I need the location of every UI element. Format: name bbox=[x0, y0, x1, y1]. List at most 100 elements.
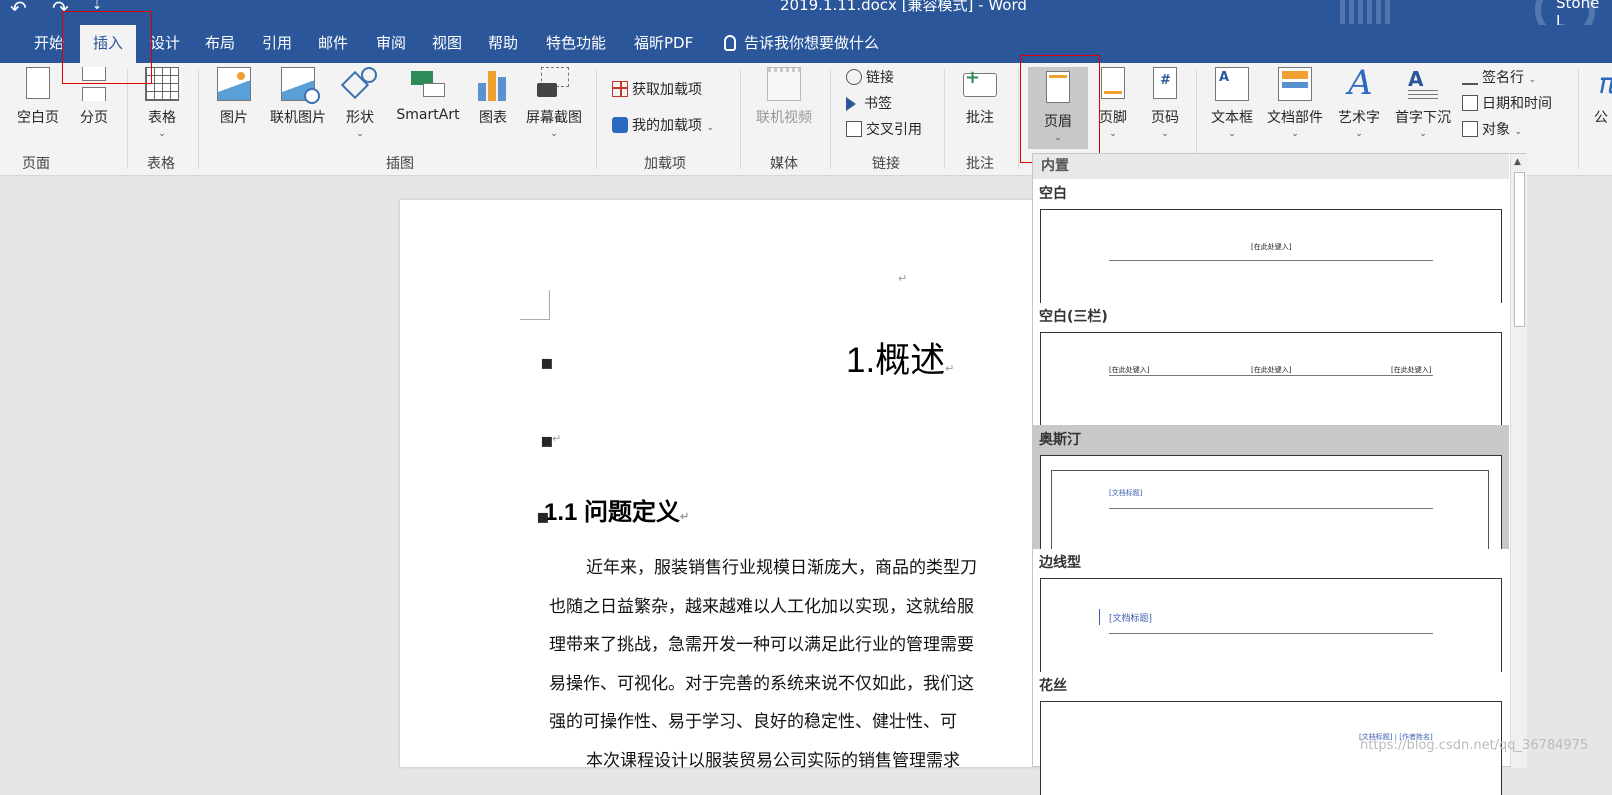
group-label-tables: 表格 bbox=[147, 156, 175, 172]
tab-review[interactable]: 审阅 bbox=[372, 25, 410, 63]
date-time-label: 日期和时间 bbox=[1482, 96, 1552, 112]
tab-features[interactable]: 特色功能 bbox=[542, 25, 610, 63]
header-gallery-dropdown: 内置 空白 [在此处键入] 空白(三栏) [在此处键入] [在此处键入] [在此… bbox=[1032, 153, 1527, 795]
preview-placeholder: [文档标题] bbox=[1109, 614, 1153, 624]
new-comment-button[interactable]: + 批注 bbox=[958, 67, 1002, 147]
chevron-down-icon: ⌄ bbox=[706, 123, 714, 133]
bookmark-button[interactable]: 书签 bbox=[846, 93, 892, 115]
table-label: 表格 bbox=[148, 110, 176, 126]
preview-rule bbox=[1109, 375, 1433, 376]
screenshot-icon bbox=[537, 67, 571, 101]
cross-reference-icon bbox=[846, 121, 862, 137]
redo-icon[interactable]: ↷ bbox=[52, 0, 69, 20]
page-number-icon: # bbox=[1148, 67, 1182, 101]
divider bbox=[944, 69, 945, 169]
preview-placeholder: [在此处键入] bbox=[1251, 366, 1292, 374]
preview-frame bbox=[1051, 470, 1489, 549]
pi-equation-icon: π bbox=[1590, 67, 1612, 101]
drop-cap-button[interactable]: A 首字下沉 ⌄ bbox=[1392, 67, 1454, 147]
text-box-label: 文本框 bbox=[1211, 110, 1253, 126]
preview-side-line bbox=[1099, 609, 1100, 625]
signature-pen-icon bbox=[1462, 69, 1478, 85]
scroll-thumb[interactable] bbox=[1514, 172, 1525, 327]
preview-placeholder: [文档标题] bbox=[1109, 489, 1143, 497]
tab-foxit-pdf[interactable]: 福昕PDF bbox=[630, 25, 697, 63]
date-time-button[interactable]: 日期和时间 bbox=[1462, 93, 1552, 115]
comment-label: 批注 bbox=[966, 110, 994, 126]
header-preview: [在此处键入] bbox=[1040, 209, 1502, 303]
gallery-scrollbar[interactable]: ▲ bbox=[1510, 154, 1527, 768]
footer-button[interactable]: 页脚 ⌄ bbox=[1092, 67, 1134, 147]
tab-help[interactable]: 帮助 bbox=[484, 25, 522, 63]
scroll-up-arrow-icon[interactable]: ▲ bbox=[1514, 157, 1524, 167]
chart-button[interactable]: 图表 bbox=[474, 67, 512, 147]
pictures-button[interactable]: 图片 bbox=[212, 67, 256, 147]
shapes-button[interactable]: 形状 ⌄ bbox=[340, 67, 380, 147]
tell-me-box[interactable]: 告诉我你想要做什么 bbox=[720, 25, 883, 63]
page-number-button[interactable]: # 页码 ⌄ bbox=[1144, 67, 1186, 147]
get-addins-button[interactable]: 获取加载项 bbox=[612, 79, 702, 101]
table-button[interactable]: 表格 ⌄ bbox=[140, 67, 184, 147]
header-option-blank[interactable]: 空白 [在此处键入] bbox=[1033, 179, 1509, 303]
body-line: 近年来，服装销售行业规模日渐庞大，商品的类型刀 bbox=[586, 558, 977, 578]
header-option-blank-three-column[interactable]: 空白(三栏) [在此处键入] [在此处键入] [在此处键入] bbox=[1033, 302, 1509, 426]
my-addins-button[interactable]: 我的加载项 ⌄ bbox=[612, 115, 714, 137]
wordart-label: 艺术字 bbox=[1338, 110, 1380, 126]
screenshot-label: 屏幕截图 bbox=[526, 110, 582, 126]
screenshot-button[interactable]: 屏幕截图 ⌄ bbox=[522, 67, 586, 147]
tab-insert[interactable]: 插入 bbox=[80, 25, 136, 63]
addin-cube-icon bbox=[612, 117, 628, 133]
equation-label: 公 bbox=[1594, 110, 1608, 126]
signature-line-button[interactable]: 签名行 ⌄ bbox=[1462, 67, 1536, 89]
header-preview: [在此处键入] [在此处键入] [在此处键入] bbox=[1040, 332, 1502, 426]
quick-parts-label: 文档部件 bbox=[1267, 110, 1323, 126]
preview-placeholder: [在此处键入] bbox=[1251, 243, 1292, 251]
preview-placeholder: [在此处键入] bbox=[1109, 366, 1150, 374]
online-pictures-label: 联机图片 bbox=[270, 110, 326, 126]
tab-design[interactable]: 设计 bbox=[146, 25, 184, 63]
title-decoration bbox=[1340, 0, 1390, 24]
bookmark-label: 书签 bbox=[864, 96, 892, 112]
picture-icon bbox=[217, 67, 251, 101]
chevron-down-icon: ⌄ bbox=[1291, 129, 1299, 139]
smartart-button[interactable]: SmartArt bbox=[392, 67, 464, 147]
equation-button[interactable]: π 公 bbox=[1590, 67, 1612, 147]
chevron-down-icon: ⌄ bbox=[1514, 127, 1522, 137]
online-pictures-button[interactable]: 联机图片 bbox=[266, 67, 330, 147]
header-option-austin[interactable]: 奥斯汀 [文档标题] bbox=[1033, 425, 1509, 549]
divider bbox=[830, 69, 831, 169]
document-page[interactable]: ↵ ▪ 1.概述↵ ▪ ↵ 1.1 问题定义↵ ▪ 近年来，服装销售行业规模日渐… bbox=[400, 200, 1040, 771]
customize-quick-access-icon[interactable]: ⇣ bbox=[92, 0, 102, 12]
globe-link-icon bbox=[846, 69, 862, 85]
wordart-button[interactable]: A 艺术字 ⌄ bbox=[1334, 63, 1384, 147]
link-button[interactable]: 链接 bbox=[846, 67, 894, 89]
online-video-button[interactable]: 联机视频 bbox=[752, 67, 816, 147]
header-button[interactable]: 页眉 ⌄ bbox=[1028, 67, 1088, 149]
cross-reference-button[interactable]: 交叉引用 bbox=[846, 119, 922, 141]
cover-page-button[interactable]: 空白页 bbox=[14, 67, 62, 147]
quick-parts-button[interactable]: 文档部件 ⌄ bbox=[1264, 67, 1326, 147]
heading-2: 1.1 问题定义↵ bbox=[544, 499, 690, 526]
drop-cap-icon: A bbox=[1406, 67, 1440, 101]
paragraph-mark: ↵ bbox=[898, 272, 908, 285]
tab-view[interactable]: 视图 bbox=[428, 25, 466, 63]
tab-home[interactable]: 开始 bbox=[30, 25, 68, 63]
preview-rule bbox=[1109, 508, 1433, 509]
calendar-clock-icon bbox=[1462, 95, 1478, 111]
header-option-filigree[interactable]: 花丝 [文档标题] | [作者姓名] bbox=[1033, 671, 1509, 795]
online-video-label: 联机视频 bbox=[756, 110, 812, 126]
undo-icon[interactable]: ↶ bbox=[10, 0, 27, 20]
header-option-sideline[interactable]: 边线型 [文档标题] bbox=[1033, 548, 1509, 672]
heading-1: 1.概述↵ bbox=[846, 341, 955, 380]
text-box-icon: A bbox=[1215, 67, 1249, 101]
text-box-button[interactable]: A 文本框 ⌄ bbox=[1208, 67, 1256, 147]
header-preview: [文档标题] bbox=[1040, 578, 1502, 672]
tab-layout[interactable]: 布局 bbox=[201, 25, 239, 63]
tab-references[interactable]: 引用 bbox=[258, 25, 296, 63]
chevron-down-icon: ⌄ bbox=[1355, 129, 1363, 139]
group-label-links: 链接 bbox=[872, 156, 900, 172]
tab-mailings[interactable]: 邮件 bbox=[314, 25, 352, 63]
object-button[interactable]: 对象 ⌄ bbox=[1462, 119, 1522, 141]
page-break-button[interactable]: 分页 bbox=[74, 67, 114, 147]
page-break-label: 分页 bbox=[80, 110, 108, 126]
